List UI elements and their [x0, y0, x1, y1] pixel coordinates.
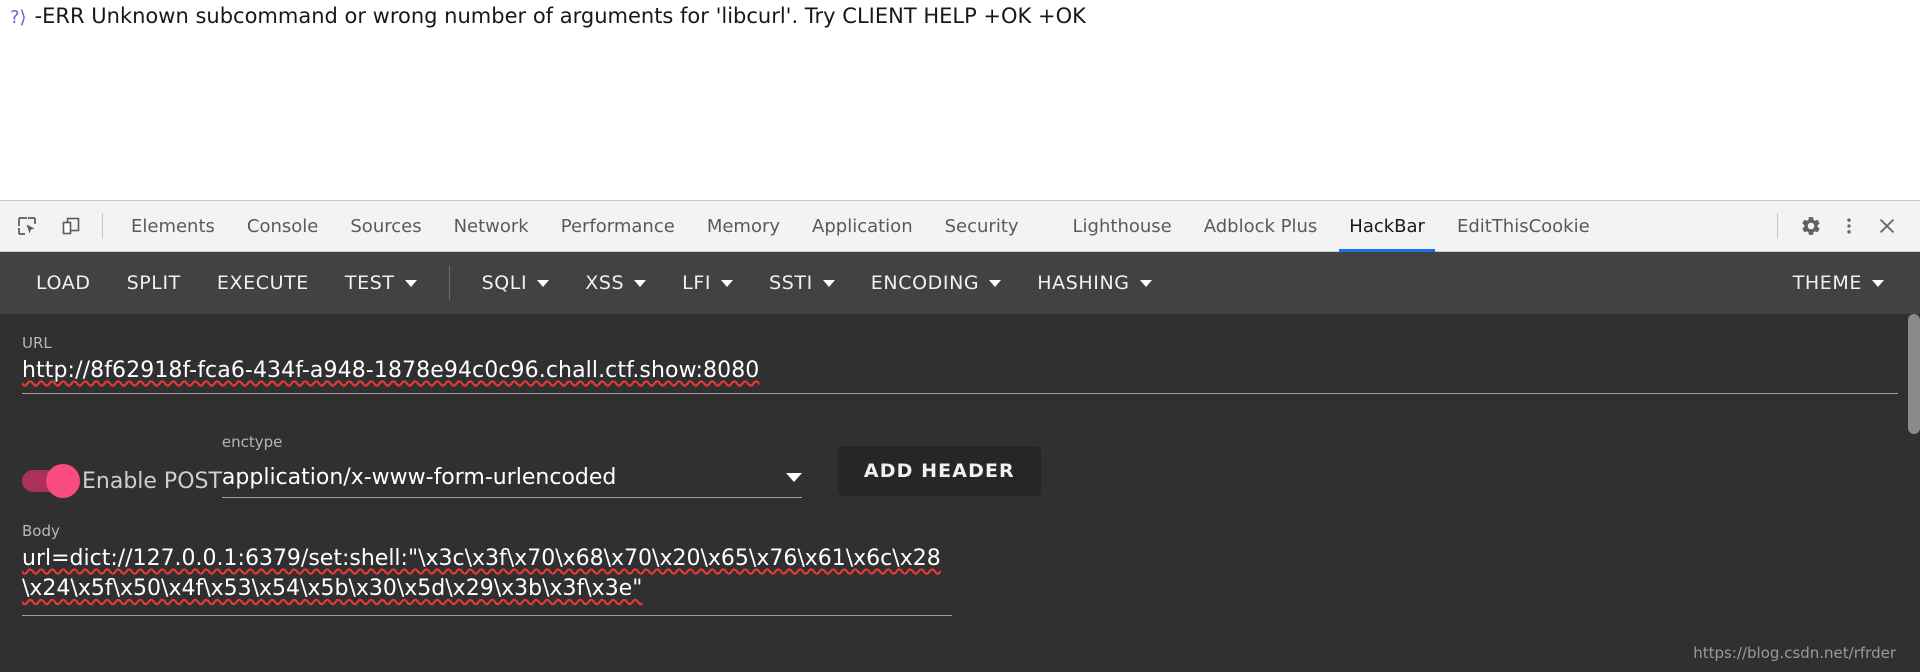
button-label: THEME	[1792, 272, 1862, 294]
chevron-down-icon	[989, 279, 1002, 287]
xss-menu-button[interactable]: XSS	[567, 262, 664, 304]
tab-label: Adblock Plus	[1203, 215, 1318, 237]
tab-label: Network	[453, 215, 529, 237]
button-label: SPLIT	[126, 272, 181, 294]
load-button[interactable]: LOAD	[18, 262, 109, 304]
tab-application[interactable]: Application	[796, 200, 929, 252]
chevron-down-icon	[634, 279, 647, 287]
body-textarea-underline	[22, 614, 952, 616]
chevron-down-icon	[822, 279, 835, 287]
enctype-selected-value: application/x-www-form-urlencoded	[221, 465, 617, 491]
button-label: LOAD	[36, 272, 91, 294]
tab-network[interactable]: Network	[438, 200, 545, 252]
tab-label: EditThisCookie	[1456, 215, 1590, 237]
toggle-knob	[46, 464, 80, 499]
button-label: TEST	[344, 272, 395, 294]
browser-page-content: ?⟩ -ERR Unknown subcommand or wrong numb…	[0, 0, 1920, 200]
url-label: URL	[22, 334, 52, 352]
tab-label: Memory	[706, 215, 781, 237]
tabbar-right-divider	[1777, 213, 1778, 239]
tab-label: Performance	[560, 215, 675, 237]
tab-performance[interactable]: Performance	[545, 200, 691, 252]
chevron-down-icon	[1872, 279, 1884, 287]
chevron-down-icon	[785, 473, 802, 483]
redis-reply-icon: ?⟩	[10, 7, 27, 28]
devtools-tabbar-actions	[1777, 207, 1920, 245]
test-menu-button[interactable]: TEST	[327, 262, 435, 304]
devtools-tabbar: Elements Console Sources Network Perform…	[0, 200, 1920, 252]
body-textarea[interactable]: url=dict://127.0.0.1:6379/set:shell:"\x3…	[22, 544, 952, 605]
kebab-menu-icon[interactable]	[1830, 207, 1868, 245]
tab-sources[interactable]: Sources	[334, 200, 437, 252]
button-label: LFI	[682, 272, 712, 294]
post-controls-row: Enable POST enctype application/x-www-fo…	[0, 433, 1920, 499]
chevron-down-icon	[404, 279, 417, 287]
tab-adblock-plus[interactable]: Adblock Plus	[1188, 200, 1334, 252]
enable-post-toggle[interactable]	[22, 464, 80, 499]
lfi-menu-button[interactable]: LFI	[664, 262, 751, 304]
device-toolbar-icon[interactable]	[54, 209, 88, 243]
button-label: ENCODING	[870, 272, 980, 294]
watermark-text: https://blog.csdn.net/rfrder	[1693, 644, 1896, 662]
redis-response-line: ?⟩ -ERR Unknown subcommand or wrong numb…	[10, 4, 1086, 29]
tab-hackbar[interactable]: HackBar	[1333, 200, 1441, 252]
tab-label: Security	[944, 215, 1019, 237]
chevron-down-icon	[721, 279, 734, 287]
enctype-label: enctype	[221, 433, 283, 452]
redis-response-text: -ERR Unknown subcommand or wrong number …	[34, 4, 1086, 28]
add-header-button[interactable]: ADD HEADER	[837, 446, 1041, 497]
button-label: SQLI	[481, 272, 528, 294]
tab-label: Sources	[350, 215, 422, 237]
execute-button[interactable]: EXECUTE	[199, 262, 327, 304]
tab-label: HackBar	[1349, 215, 1425, 237]
chevron-down-icon	[537, 279, 550, 287]
button-label: SSTI	[769, 272, 813, 294]
tabbar-left-divider	[102, 213, 103, 239]
button-label: XSS	[585, 272, 625, 294]
encoding-menu-button[interactable]: ENCODING	[853, 262, 1019, 304]
inspect-element-icon[interactable]	[10, 209, 44, 243]
split-button[interactable]: SPLIT	[109, 262, 199, 304]
hackbar-toolbar: LOAD SPLIT EXECUTE TEST SQLI XSS LFI SST…	[0, 252, 1920, 314]
hashing-menu-button[interactable]: HASHING	[1019, 262, 1169, 304]
enable-post-label: Enable POST	[82, 469, 222, 495]
devtools-tab-list: Elements Console Sources Network Perform…	[115, 200, 1606, 252]
toolbar-divider	[448, 266, 450, 300]
hackbar-scrollbar-thumb[interactable]	[1908, 314, 1920, 434]
tab-label: Application	[812, 215, 913, 237]
gear-icon[interactable]	[1792, 207, 1830, 245]
button-label: HASHING	[1037, 272, 1130, 294]
sqli-menu-button[interactable]: SQLI	[464, 262, 568, 304]
theme-menu-button[interactable]: THEME	[1775, 262, 1902, 304]
hackbar-panel: LOAD SPLIT EXECUTE TEST SQLI XSS LFI SST…	[0, 252, 1920, 672]
body-label: Body	[22, 522, 60, 541]
url-field-group: URL http://8f62918f-fca6-434f-a948-1878e…	[0, 334, 1920, 395]
tab-security[interactable]: Security	[929, 200, 1035, 252]
tab-label: Console	[246, 215, 319, 237]
url-input[interactable]: http://8f62918f-fca6-434f-a948-1878e94c0…	[22, 356, 1898, 385]
tab-console[interactable]: Console	[231, 200, 334, 252]
tab-label: Lighthouse	[1072, 215, 1172, 237]
tab-lighthouse[interactable]: Lighthouse	[1057, 200, 1188, 252]
button-label: EXECUTE	[216, 272, 309, 294]
close-icon[interactable]	[1868, 207, 1906, 245]
tab-editthiscookie[interactable]: EditThisCookie	[1441, 200, 1606, 252]
url-input-underline	[22, 393, 1898, 395]
button-label: ADD HEADER	[863, 460, 1015, 483]
chevron-down-icon	[1139, 279, 1152, 287]
tab-elements[interactable]: Elements	[115, 200, 231, 252]
enctype-select[interactable]: application/x-www-form-urlencoded	[221, 465, 802, 499]
tab-label: Elements	[131, 215, 215, 237]
enctype-field-group: enctype application/x-www-form-urlencode…	[221, 433, 802, 499]
body-field-group: Body url=dict://127.0.0.1:6379/set:shell…	[0, 522, 1920, 616]
tab-memory[interactable]: Memory	[691, 200, 796, 252]
ssti-menu-button[interactable]: SSTI	[751, 262, 853, 304]
